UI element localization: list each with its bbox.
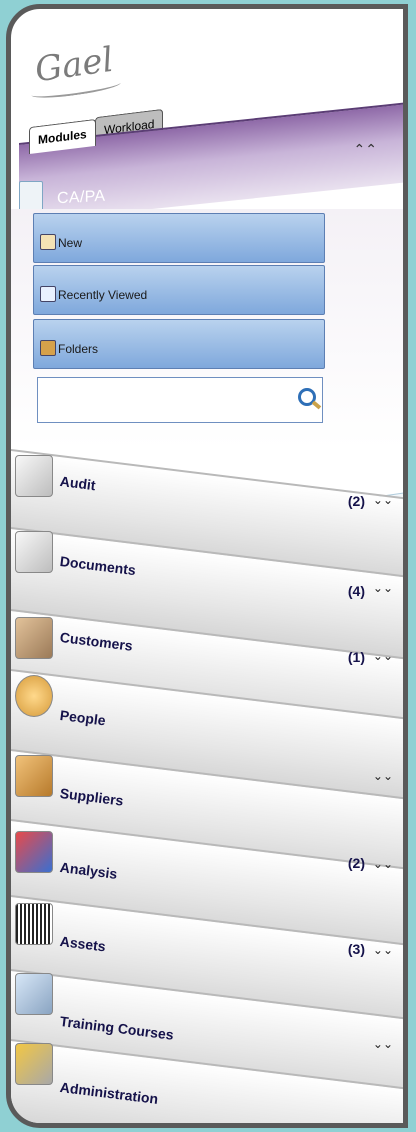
double-chevron-down-icon[interactable]: ⌄⌄ [373, 1037, 393, 1051]
new-label: New [58, 236, 83, 250]
double-chevron-down-icon[interactable]: ⌄⌄ [373, 649, 393, 663]
new-document-icon [40, 234, 56, 250]
search-icon[interactable] [298, 388, 316, 406]
app-window: Gael Modules Workload CA/PA ⌃⌃ New Recen… [6, 4, 408, 1128]
double-chevron-up-icon[interactable]: ⌃⌃ [354, 141, 377, 158]
asset-barcode-icon [15, 903, 53, 945]
boxes-icon [15, 755, 53, 797]
chart-icon [15, 831, 53, 873]
audit-form-icon [15, 455, 53, 497]
module-count-customers: (1) [347, 649, 365, 665]
training-icon [15, 973, 53, 1015]
handshake-icon [15, 617, 53, 659]
module-header-title: CA/PA [57, 187, 106, 208]
folders-label: Folders [58, 342, 99, 356]
module-count-documents: (4) [347, 583, 365, 599]
recently-viewed-button[interactable]: Recently Viewed [33, 265, 325, 315]
folders-button[interactable]: Folders [33, 319, 325, 369]
double-chevron-down-icon[interactable]: ⌄⌄ [373, 493, 393, 507]
folder-icon [40, 340, 56, 356]
recent-windows-icon [40, 286, 56, 302]
double-chevron-down-icon[interactable]: ⌄⌄ [373, 943, 393, 957]
module-count-analysis: (2) [347, 855, 365, 871]
gear-admin-icon [15, 1043, 53, 1085]
double-chevron-down-icon[interactable]: ⌄⌄ [373, 857, 393, 871]
module-count-audit: (2) [347, 493, 365, 509]
recently-viewed-label: Recently Viewed [58, 288, 148, 302]
documents-icon [15, 531, 53, 573]
double-chevron-down-icon[interactable]: ⌄⌄ [373, 581, 393, 595]
module-count-assets: (3) [347, 941, 365, 957]
new-button[interactable]: New [33, 213, 325, 263]
double-chevron-down-icon[interactable]: ⌄⌄ [373, 769, 393, 783]
person-icon [15, 675, 53, 717]
search-field[interactable] [37, 377, 323, 423]
